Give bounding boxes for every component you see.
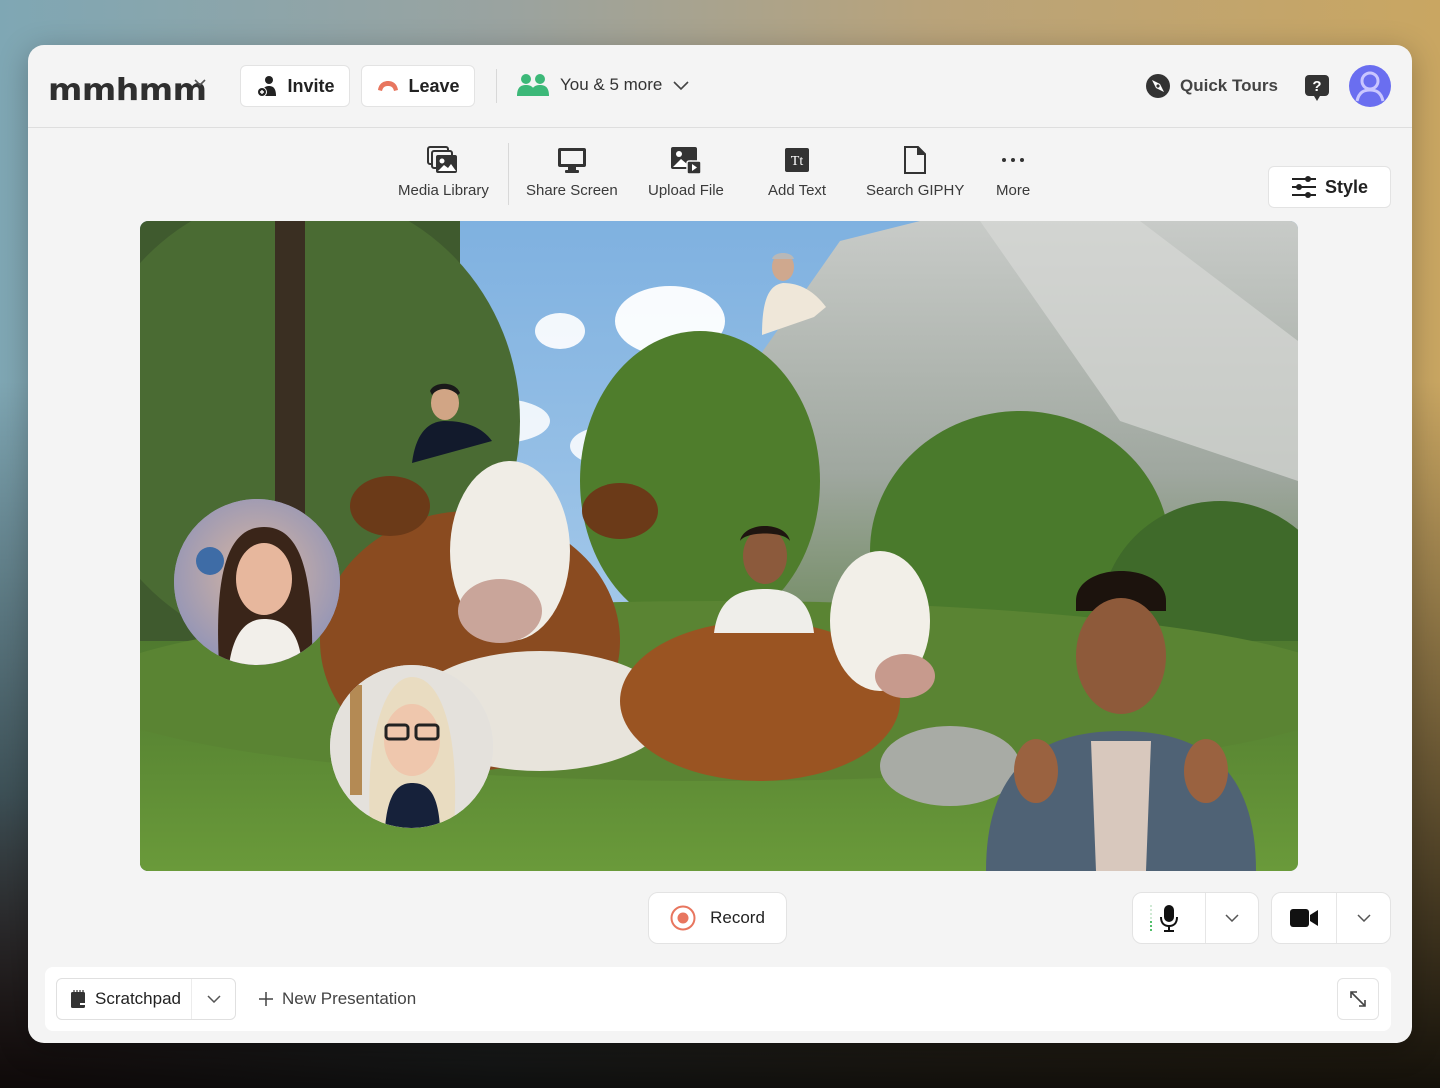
- upload-file-button[interactable]: Upload File: [648, 145, 724, 199]
- style-button[interactable]: Style: [1268, 166, 1391, 208]
- expand-arrows-icon: [1350, 991, 1366, 1007]
- participant-video[interactable]: [710, 521, 820, 636]
- participant-cutout: [762, 253, 826, 335]
- new-presentation-label: New Presentation: [282, 989, 417, 1008]
- svg-text:Tt: Tt: [791, 154, 804, 169]
- scratchpad-button[interactable]: Scratchpad: [57, 979, 192, 1019]
- more-label: More: [996, 182, 1031, 199]
- stage-canvas[interactable]: [140, 221, 1298, 871]
- monitor-icon: [557, 148, 586, 173]
- presentation-selector: Scratchpad: [56, 978, 236, 1020]
- top-bar: mmhmm Invite Leave You & 5 more Quick To…: [28, 45, 1412, 128]
- svg-text:?: ?: [1312, 78, 1321, 95]
- more-button[interactable]: More: [996, 145, 1030, 199]
- divider: [508, 143, 509, 205]
- presentation-bar: Scratchpad New Presentation: [45, 967, 1391, 1031]
- camera-options-button[interactable]: [1337, 893, 1390, 943]
- participant-video[interactable]: [966, 561, 1276, 871]
- divider: [496, 69, 497, 103]
- add-person-icon: [257, 76, 277, 97]
- chevron-down-icon[interactable]: [193, 78, 207, 88]
- people-icon: [517, 74, 549, 96]
- microphone-control: [1132, 892, 1259, 944]
- file-icon: [904, 146, 927, 174]
- invite-button[interactable]: Invite: [240, 65, 350, 107]
- chevron-down-icon: [206, 995, 221, 1003]
- video-camera-icon: [1290, 909, 1318, 927]
- media-library-label: Media Library: [398, 182, 489, 199]
- microphone-options-button[interactable]: [1206, 893, 1258, 943]
- quick-tours-label: Quick Tours: [1180, 76, 1278, 95]
- user-avatar-icon: [1355, 71, 1385, 102]
- media-library-icon: [427, 146, 458, 173]
- hang-up-icon: [378, 81, 399, 91]
- participant-cutout: [986, 571, 1256, 871]
- camera-toggle[interactable]: [1272, 893, 1337, 943]
- participant-video[interactable]: [410, 381, 500, 466]
- share-screen-button[interactable]: Share Screen: [526, 145, 618, 199]
- chevron-down-icon: [1356, 914, 1371, 922]
- more-dots-icon: [1002, 158, 1025, 162]
- participant-face: [174, 499, 340, 665]
- share-screen-label: Share Screen: [526, 182, 618, 199]
- app-window: mmhmm Invite Leave You & 5 more Quick To…: [28, 45, 1412, 1043]
- leave-label: Leave: [408, 75, 460, 96]
- invite-label: Invite: [287, 75, 335, 96]
- participant-face: [330, 665, 493, 828]
- new-presentation-button[interactable]: New Presentation: [258, 989, 416, 1009]
- chevron-down-icon: [673, 81, 689, 91]
- help-icon[interactable]: ?: [1304, 74, 1330, 102]
- expand-button[interactable]: [1337, 978, 1379, 1020]
- plus-icon: [259, 992, 273, 1006]
- record-icon: [670, 905, 696, 931]
- compass-icon: [1146, 74, 1170, 98]
- add-text-button[interactable]: Tt Add Text: [768, 145, 826, 199]
- app-logo[interactable]: mmhmm: [48, 72, 207, 108]
- toolbar: Media Library Share Screen Upload File T…: [28, 129, 1412, 219]
- record-label: Record: [710, 908, 765, 927]
- user-avatar[interactable]: [1349, 65, 1391, 107]
- participant-cutout: [714, 526, 814, 633]
- participant-cutout: [412, 383, 492, 463]
- mic-level-meter: [1150, 905, 1152, 931]
- add-text-label: Add Text: [768, 182, 827, 199]
- style-label: Style: [1324, 176, 1369, 197]
- microphone-icon: [1160, 905, 1178, 932]
- participant-bubble[interactable]: [174, 499, 340, 665]
- record-button[interactable]: Record: [648, 892, 787, 944]
- upload-file-label: Upload File: [648, 182, 724, 199]
- microphone-toggle[interactable]: [1133, 893, 1206, 943]
- camera-control: [1271, 892, 1391, 944]
- notepad-icon: [71, 990, 85, 1008]
- participant-video[interactable]: [758, 247, 828, 337]
- participants-label: You & 5 more: [560, 75, 663, 94]
- participant-bubble[interactable]: [330, 665, 493, 828]
- quick-tours-button[interactable]: Quick Tours: [1146, 74, 1278, 98]
- text-icon: Tt: [785, 148, 810, 172]
- search-giphy-label: Search GIPHY: [866, 182, 965, 199]
- sliders-icon: [1291, 176, 1316, 198]
- participants-dropdown[interactable]: You & 5 more: [516, 73, 690, 97]
- media-library-button[interactable]: Media Library: [398, 145, 489, 199]
- search-giphy-button[interactable]: Search GIPHY: [866, 145, 964, 199]
- upload-file-icon: [670, 147, 702, 175]
- chevron-down-icon: [1225, 914, 1239, 922]
- presentation-dropdown-button[interactable]: [192, 979, 235, 1019]
- scratchpad-label: Scratchpad: [95, 989, 181, 1008]
- leave-button[interactable]: Leave: [361, 65, 475, 107]
